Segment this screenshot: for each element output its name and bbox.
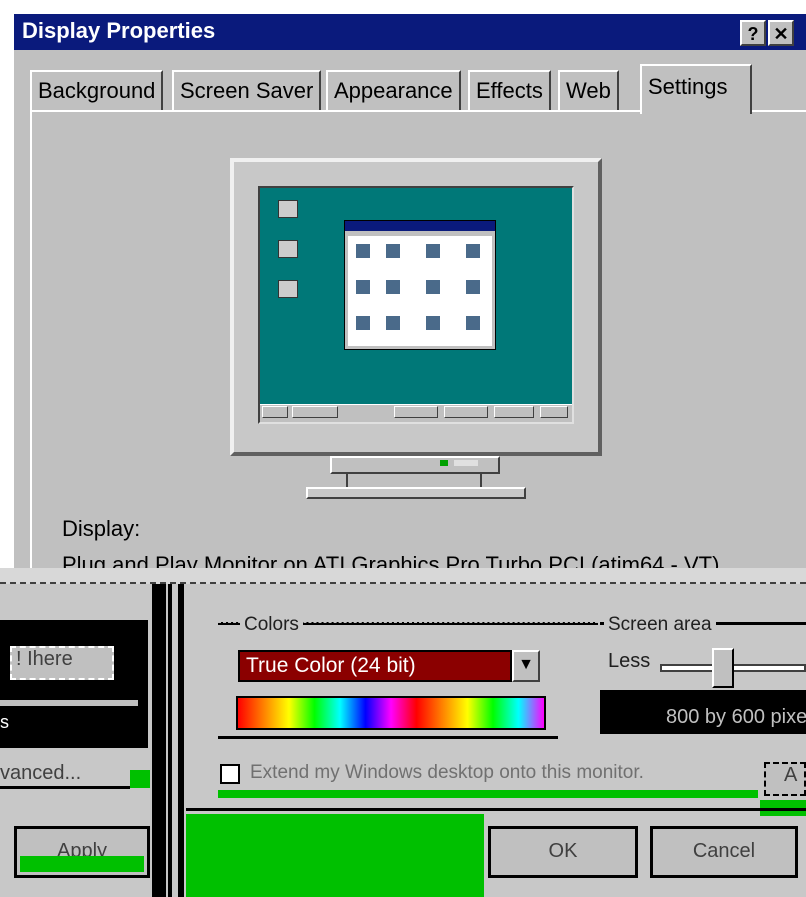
- network-icon: [278, 240, 298, 258]
- glitch-green-strip: [218, 790, 758, 798]
- chevron-down-icon[interactable]: ▼: [512, 650, 540, 682]
- glitch-band: [0, 568, 806, 584]
- resolution-value: 800 by 600 pixels: [666, 706, 806, 728]
- advanced-button[interactable]: vanced...: [0, 762, 81, 785]
- tab-effects[interactable]: Effects: [468, 70, 551, 110]
- glitch-green-area: [186, 814, 484, 897]
- preview-task-button: [292, 406, 338, 418]
- window-title: Display Properties: [22, 18, 216, 43]
- tab-web[interactable]: Web: [558, 70, 619, 110]
- ok-button[interactable]: OK: [488, 826, 638, 878]
- close-button[interactable]: ✕: [768, 20, 794, 46]
- left-stripe: [0, 700, 138, 706]
- tab-screen-saver[interactable]: Screen Saver: [172, 70, 322, 110]
- my-computer-icon: [278, 200, 298, 218]
- colors-group-bottom: [218, 736, 558, 739]
- extend-desktop-label: Extend my Windows desktop onto this moni…: [250, 762, 644, 783]
- help-button[interactable]: ?: [740, 20, 766, 46]
- preview-folder-icon: [356, 280, 370, 294]
- tab-background[interactable]: Background: [30, 70, 164, 110]
- power-light-icon: [440, 460, 448, 466]
- preview-folder-icon: [426, 280, 440, 294]
- more-button[interactable]: ! Ihere: [10, 646, 114, 680]
- preview-folder-icon: [386, 244, 400, 258]
- monitor-stand-base: [306, 487, 526, 499]
- bottom-divider: [186, 808, 806, 811]
- glitch-pillar: [168, 572, 172, 897]
- less-label: Less: [608, 650, 651, 672]
- preview-task-button: [494, 406, 534, 418]
- monitor-stand-post: [346, 474, 482, 488]
- glitch-green-block: [130, 770, 150, 788]
- preview-folder-icon: [356, 244, 370, 258]
- glitch-pillar: [178, 572, 184, 897]
- preview-folder-icon: [386, 280, 400, 294]
- advanced-underline: [0, 786, 130, 789]
- tab-settings[interactable]: Settings: [640, 64, 752, 114]
- right-partial-button[interactable]: A: [764, 762, 806, 796]
- screen-area-label: Screen area: [604, 614, 716, 636]
- preview-folder-icon: [426, 316, 440, 330]
- left-fragment-label: s: [0, 712, 9, 732]
- preview-task-button: [394, 406, 438, 418]
- recycle-bin-icon: [278, 280, 298, 298]
- colors-label: Colors: [240, 614, 303, 636]
- extend-desktop-checkbox[interactable]: [220, 764, 240, 784]
- preview-folder-icon: [386, 316, 400, 330]
- colors-dropdown[interactable]: True Color (24 bit): [238, 650, 512, 682]
- preview-folder-icon: [466, 316, 480, 330]
- preview-folder-icon: [466, 280, 480, 294]
- left-glitch-panel: [0, 620, 148, 748]
- preview-folder-icon: [466, 244, 480, 258]
- display-label: Display:: [62, 516, 141, 541]
- color-spectrum-bar: [236, 696, 546, 730]
- preview-task-button: [444, 406, 488, 418]
- tab-appearance[interactable]: Appearance: [326, 70, 461, 110]
- power-bar: [454, 460, 478, 466]
- preview-folder-icon: [356, 316, 370, 330]
- preview-folder-icon: [426, 244, 440, 258]
- glitch-green-strip: [20, 856, 144, 872]
- glitch-pillar: [152, 572, 166, 897]
- screen-area-slider-thumb[interactable]: [712, 648, 734, 688]
- preview-window-titlebar: [345, 221, 495, 231]
- preview-start-button: [262, 406, 288, 418]
- cancel-button[interactable]: Cancel: [650, 826, 798, 878]
- preview-clock: [540, 406, 568, 418]
